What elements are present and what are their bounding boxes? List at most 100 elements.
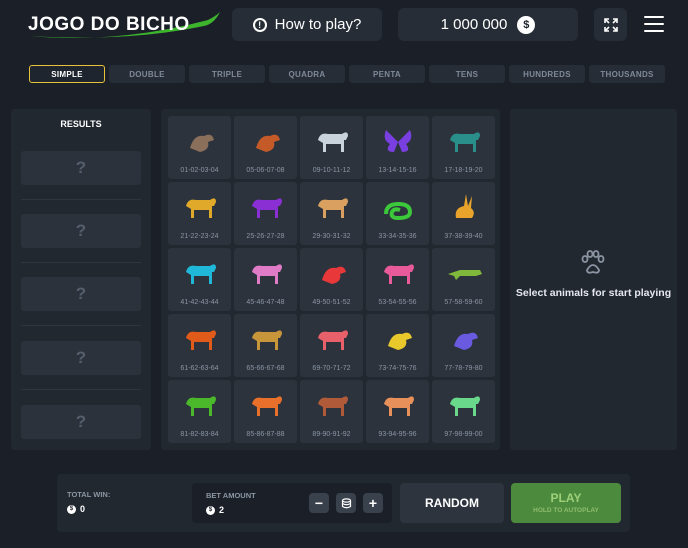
dog-icon: [450, 132, 480, 152]
fullscreen-button[interactable]: [594, 8, 627, 41]
eagle-icon: [256, 134, 280, 152]
how-to-play-label: How to play?: [274, 16, 362, 33]
random-button[interactable]: RANDOM: [400, 483, 504, 523]
rabbit-icon: [455, 194, 474, 218]
animal-cell-horse[interactable]: 41-42-43-44: [168, 248, 231, 311]
paw-icon: [581, 250, 605, 274]
total-win-value: 0: [80, 504, 86, 514]
bet-minus-button[interactable]: −: [309, 493, 329, 513]
tab-triple[interactable]: TRIPLE: [189, 65, 265, 83]
tab-tens[interactable]: TENS: [429, 65, 505, 83]
tab-quadra[interactable]: QUADRA: [269, 65, 345, 83]
cat-icon: [384, 264, 414, 284]
animal-grid: 01-02-03-04 05-06-07-08 09-10-11-12 13-14-1…: [161, 109, 500, 450]
results-title: RESULTS: [60, 119, 102, 129]
chips-icon: [341, 497, 351, 508]
tab-penta[interactable]: PENTA: [349, 65, 425, 83]
animal-cell-tiger[interactable]: 85-86-87-88: [234, 380, 297, 443]
total-win-label: TOTAL WIN:: [67, 490, 111, 499]
animal-numbers: 05-06-07-08: [246, 167, 285, 174]
animal-cell-elephant[interactable]: 45-46-47-48: [234, 248, 297, 311]
animal-cell-dog[interactable]: 17-18-19-20: [432, 116, 495, 179]
bull-icon: [186, 396, 216, 416]
coin-icon: $: [517, 15, 536, 34]
animal-numbers: 41-42-43-44: [180, 299, 219, 306]
bet-chips-button[interactable]: [336, 493, 356, 513]
donkey-icon: [318, 132, 348, 152]
tab-thousands[interactable]: THOUSANDS: [589, 65, 665, 83]
animal-numbers: 37-38-39-40: [444, 233, 483, 240]
coin-icon: $: [206, 505, 215, 515]
animal-cell-ostrich[interactable]: 01-02-03-04: [168, 116, 231, 179]
divider: [21, 325, 141, 326]
bet-plus-button[interactable]: +: [363, 493, 383, 513]
play-button[interactable]: PLAY HOLD TO AUTOPLAY: [511, 483, 621, 523]
animal-numbers: 09-10-11-12: [312, 167, 351, 174]
animal-cell-peacock[interactable]: 73-74-75-76: [366, 314, 429, 377]
animal-numbers: 17-18-19-20: [444, 167, 483, 174]
animal-cell-alligator[interactable]: 57-58-59-60: [432, 248, 495, 311]
divider: [21, 199, 141, 200]
divider: [21, 262, 141, 263]
info-icon: !: [252, 17, 267, 32]
bottom-bar: TOTAL WIN: $ 0 BET AMOUNT $ 2 − + RANDOM…: [57, 474, 630, 532]
animal-cell-bear[interactable]: 89-90-91-92: [300, 380, 363, 443]
animal-cell-goat[interactable]: 21-22-23-24: [168, 182, 231, 245]
result-slot: ?: [21, 277, 141, 311]
animal-numbers: 77-78-79-80: [444, 365, 483, 372]
animal-cell-butterfly[interactable]: 13-14-15-16: [366, 116, 429, 179]
animal-cell-rabbit[interactable]: 37-38-39-40: [432, 182, 495, 245]
bear-icon: [318, 396, 348, 416]
camel-icon: [318, 198, 348, 218]
butterfly-icon: [384, 130, 412, 152]
result-slot: ?: [21, 405, 141, 439]
animal-cell-cow[interactable]: 97-98-99-00: [432, 380, 495, 443]
animal-cell-deer[interactable]: 93-94-95-96: [366, 380, 429, 443]
peacock-icon: [388, 332, 412, 350]
bet-amount-value: 2: [219, 505, 225, 515]
animal-cell-eagle[interactable]: 05-06-07-08: [234, 116, 297, 179]
lion-icon: [186, 330, 216, 350]
animal-numbers: 13-14-15-16: [378, 167, 417, 174]
animal-cell-lion[interactable]: 61-62-63-64: [168, 314, 231, 377]
total-win: $ 0: [67, 504, 85, 514]
animal-cell-turkey[interactable]: 77-78-79-80: [432, 314, 495, 377]
results-panel: RESULTS ? ? ? ? ?: [11, 109, 151, 450]
animal-cell-cat[interactable]: 53-54-55-56: [366, 248, 429, 311]
animal-cell-camel[interactable]: 29-30-31-32: [300, 182, 363, 245]
cow-icon: [450, 396, 480, 416]
how-to-play-button[interactable]: ! How to play?: [232, 8, 382, 41]
animal-cell-monkey[interactable]: 65-66-67-68: [234, 314, 297, 377]
ostrich-icon: [190, 134, 214, 152]
animal-cell-donkey[interactable]: 09-10-11-12: [300, 116, 363, 179]
bet-amount: $ 2: [206, 505, 224, 515]
logo: JOGO DO BICHO: [28, 10, 223, 40]
monkey-icon: [252, 330, 282, 350]
animal-numbers: 29-30-31-32: [312, 233, 351, 240]
goat-icon: [186, 198, 216, 218]
animal-numbers: 69-70-71-72: [312, 365, 351, 372]
elephant-icon: [252, 264, 282, 284]
tab-simple[interactable]: SIMPLE: [29, 65, 105, 83]
animal-numbers: 21-22-23-24: [180, 233, 219, 240]
animal-numbers: 45-46-47-48: [246, 299, 285, 306]
header: JOGO DO BICHO ! How to play? 1 000 000 $: [0, 0, 688, 50]
animal-cell-ram[interactable]: 25-26-27-28: [234, 182, 297, 245]
play-sublabel: HOLD TO AUTOPLAY: [533, 507, 599, 514]
tab-double[interactable]: DOUBLE: [109, 65, 185, 83]
balance-value: 1 000 000: [440, 16, 508, 33]
play-label: PLAY: [550, 491, 582, 505]
animal-numbers: 85-86-87-88: [246, 431, 285, 438]
animal-cell-bull[interactable]: 81-82-83-84: [168, 380, 231, 443]
animal-numbers: 73-74-75-76: [378, 365, 417, 372]
result-slot: ?: [21, 341, 141, 375]
animal-numbers: 33-34-35-36: [378, 233, 417, 240]
animal-cell-pig[interactable]: 69-70-71-72: [300, 314, 363, 377]
tab-hundreds[interactable]: HUNDREDS: [509, 65, 585, 83]
menu-button[interactable]: [644, 14, 664, 34]
animal-numbers: 81-82-83-84: [180, 431, 219, 438]
horse-icon: [186, 264, 216, 284]
animal-cell-snake[interactable]: 33-34-35-36: [366, 182, 429, 245]
animal-numbers: 49-50-51-52: [312, 299, 351, 306]
animal-cell-rooster[interactable]: 49-50-51-52: [300, 248, 363, 311]
